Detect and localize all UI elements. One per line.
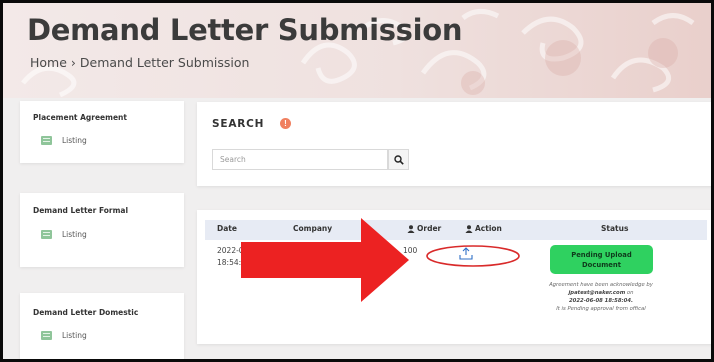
breadcrumb-current: Demand Letter Submission [79, 55, 250, 70]
breadcrumb-separator: › [70, 55, 76, 70]
search-title: SEARCH [212, 118, 265, 130]
search-button[interactable] [388, 149, 409, 170]
column-header-date: Date [217, 224, 237, 233]
column-header-action: Action [465, 224, 502, 233]
column-header-order-label: Order [417, 224, 442, 233]
page-title: Demand Letter Submission [27, 13, 463, 47]
page-header-banner: Demand Letter Submission Home › Demand L… [3, 3, 711, 98]
status-note: Agreement have been acknowledge by jpate… [523, 281, 679, 313]
list-icon [41, 136, 52, 145]
list-icon [41, 230, 52, 239]
status-note-on: on [626, 290, 634, 296]
sidebar-section-title: Demand Letter Domestic [33, 308, 139, 317]
status-badge-line2: Document [582, 261, 621, 269]
sidebar-link-label: Listing [62, 136, 87, 145]
app-window: Demand Letter Submission Home › Demand L… [0, 0, 714, 362]
status-note-line1: Agreement have been acknowledge by [549, 282, 653, 288]
sidebar-card-demand-letter-domestic: Demand Letter Domestic Listing [20, 293, 184, 359]
sidebar-link-domestic-listing[interactable]: Listing [41, 331, 87, 340]
search-icon [393, 154, 404, 165]
status-badge[interactable]: Pending Upload Document [550, 245, 653, 274]
highlight-ellipse-annotation [426, 245, 520, 267]
sidebar-section-title: Placement Agreement [33, 113, 127, 122]
sidebar-link-label: Listing [62, 230, 87, 239]
search-card: SEARCH ! [197, 102, 711, 186]
red-arrow-annotation [241, 218, 409, 302]
breadcrumb-home-link[interactable]: Home [30, 55, 67, 70]
column-header-order: Order [407, 224, 441, 233]
status-note-email: jpatest@naker.com [568, 290, 626, 296]
sidebar-link-formal-listing[interactable]: Listing [41, 230, 87, 239]
info-icon[interactable]: ! [280, 118, 291, 129]
sidebar-link-label: Listing [62, 331, 87, 340]
status-note-date: 2022-06-08 18:58:04. [568, 298, 634, 304]
sidebar-card-placement-agreement: Placement Agreement Listing [20, 101, 184, 163]
status-note-line4: It is Pending approval from offical [556, 306, 646, 312]
column-header-status: Status [601, 224, 629, 233]
sidebar-card-demand-letter-formal: Demand Letter Formal Listing [20, 193, 184, 267]
column-header-action-label: Action [475, 224, 502, 233]
sidebar-link-placement-listing[interactable]: Listing [41, 136, 87, 145]
breadcrumb: Home › Demand Letter Submission [30, 55, 249, 70]
user-icon [465, 224, 473, 233]
list-icon [41, 331, 52, 340]
status-badge-line1: Pending Upload [571, 251, 632, 259]
search-input[interactable] [212, 149, 388, 170]
sidebar-section-title: Demand Letter Formal [33, 206, 129, 215]
